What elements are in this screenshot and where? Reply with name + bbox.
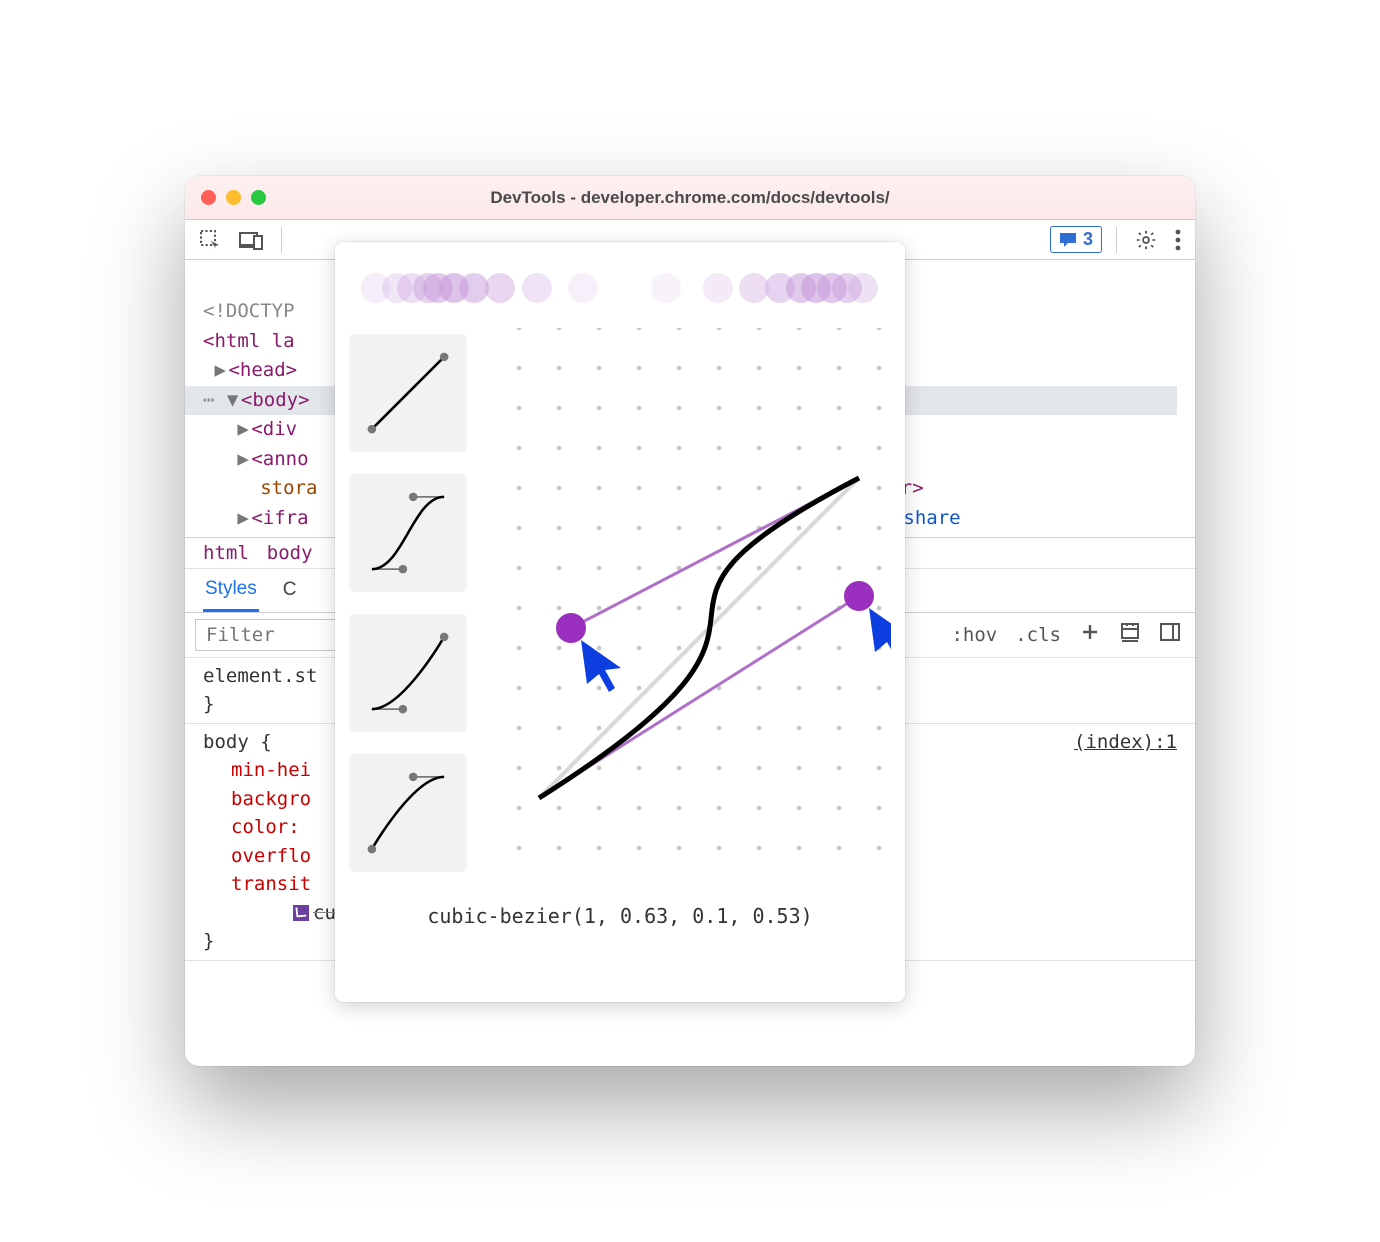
preset-ease-out[interactable] bbox=[349, 754, 467, 872]
bezier-handle-p1[interactable] bbox=[844, 581, 874, 611]
bezier-presets bbox=[349, 328, 479, 888]
bezier-handle-p2[interactable] bbox=[556, 613, 586, 643]
dom-doctype: <!DOCTYP bbox=[203, 300, 295, 322]
gear-icon[interactable] bbox=[1131, 225, 1161, 255]
bezier-swatch-icon[interactable] bbox=[293, 905, 309, 921]
bezier-curve-editor[interactable] bbox=[487, 328, 891, 888]
computed-sync-icon[interactable] bbox=[1115, 619, 1145, 650]
dom-iframe: <ifra bbox=[251, 507, 308, 529]
messages-count: 3 bbox=[1083, 229, 1093, 250]
kebab-menu-icon[interactable] bbox=[1171, 225, 1185, 255]
window-title: DevTools - developer.chrome.com/docs/dev… bbox=[185, 188, 1195, 208]
breadcrumb-html[interactable]: html bbox=[203, 542, 249, 564]
close-window-button[interactable] bbox=[201, 190, 216, 205]
preset-ease-in-out[interactable] bbox=[349, 474, 467, 592]
breadcrumb-body[interactable]: body bbox=[267, 542, 313, 564]
tab-computed-partial[interactable]: C bbox=[281, 569, 299, 612]
tab-styles[interactable]: Styles bbox=[203, 569, 259, 612]
cursor-annotation-icon bbox=[869, 608, 891, 660]
dom-storage: stora bbox=[260, 477, 317, 499]
rule-selector: element.st bbox=[203, 665, 317, 687]
inspect-element-icon[interactable] bbox=[195, 225, 225, 255]
devtools-window: DevTools - developer.chrome.com/docs/dev… bbox=[185, 176, 1195, 1066]
dom-body[interactable]: <body> bbox=[241, 389, 310, 411]
preset-ease-in[interactable] bbox=[349, 614, 467, 732]
rule-close: } bbox=[203, 930, 214, 952]
cls-button[interactable]: .cls bbox=[1011, 622, 1065, 648]
toolbar-separator bbox=[1116, 227, 1117, 253]
toolbar-separator bbox=[281, 227, 282, 253]
bezier-preview-track bbox=[361, 260, 879, 316]
messages-button[interactable]: 3 bbox=[1050, 226, 1102, 253]
bezier-editor-popup[interactable]: cubic-bezier(1, 0.63, 0.1, 0.53) bbox=[335, 242, 905, 1002]
window-controls bbox=[201, 190, 266, 205]
rule-selector: body { bbox=[203, 731, 272, 753]
new-rule-icon[interactable] bbox=[1075, 619, 1105, 650]
dom-html: <html la bbox=[203, 330, 295, 352]
bezier-value-label: cubic-bezier(1, 0.63, 0.1, 0.53) bbox=[349, 888, 891, 934]
ellipsis-icon: ⋯ bbox=[203, 389, 215, 411]
titlebar: DevTools - developer.chrome.com/docs/dev… bbox=[185, 176, 1195, 220]
rule-source-link[interactable]: (index):1 bbox=[1074, 728, 1177, 757]
rule-close: } bbox=[203, 693, 214, 715]
dom-anno: <anno bbox=[251, 448, 308, 470]
hov-button[interactable]: :hov bbox=[947, 622, 1001, 648]
dom-head: <head> bbox=[228, 359, 297, 381]
device-toolbar-icon[interactable] bbox=[235, 226, 267, 254]
zoom-window-button[interactable] bbox=[251, 190, 266, 205]
minimize-window-button[interactable] bbox=[226, 190, 241, 205]
dom-div: <div bbox=[251, 418, 297, 440]
preset-linear[interactable] bbox=[349, 334, 467, 452]
panel-toggle-icon[interactable] bbox=[1155, 619, 1185, 650]
